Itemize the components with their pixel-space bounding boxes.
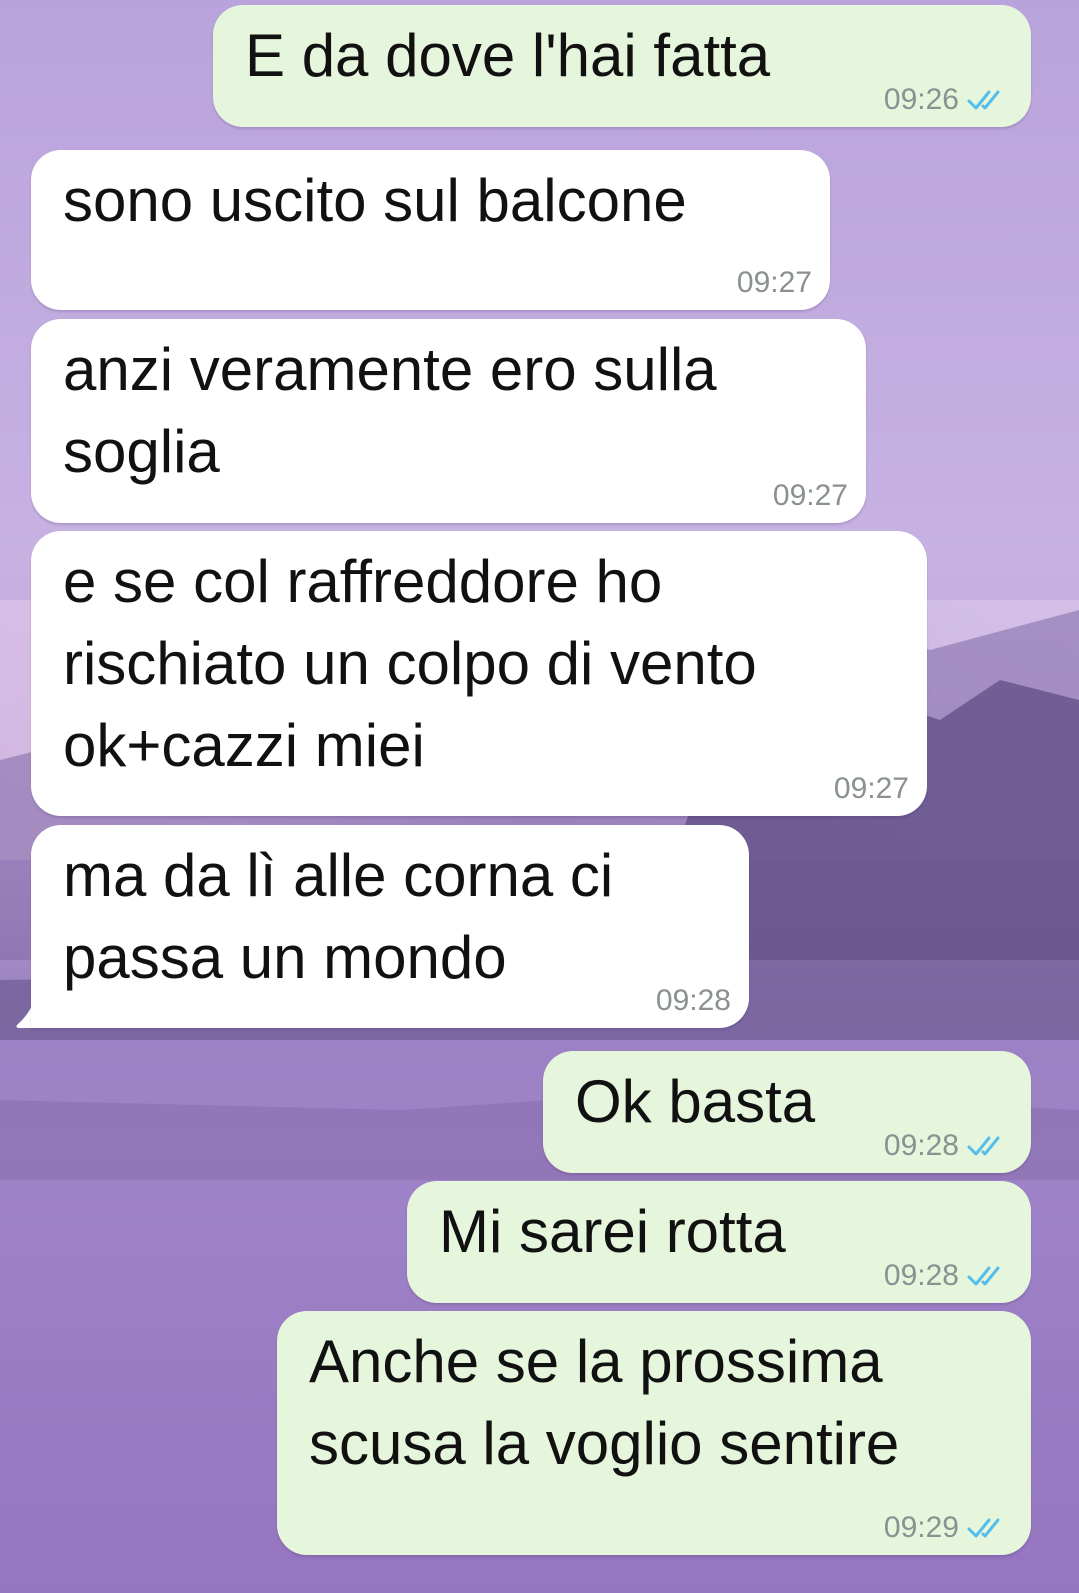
- message-meta: 09:27: [834, 772, 909, 806]
- message-text: anzi veramente ero sulla soglia: [63, 336, 717, 485]
- message-meta: 09:28: [884, 1129, 1013, 1163]
- message-text: e se col raffreddore ho rischiato un col…: [63, 548, 757, 779]
- message-time: 09:27: [833, 772, 909, 805]
- message-bubble-outgoing[interactable]: Mi sarei rotta 09:28: [407, 1181, 1031, 1303]
- message-bubble-incoming[interactable]: ma da lì alle corna ci passa un mondo 09…: [31, 825, 749, 1028]
- double-check-icon: [967, 1136, 1000, 1156]
- message-text: Anche se la prossima scusa la voglio sen…: [309, 1328, 900, 1477]
- message-text: sono uscito sul balcone: [63, 167, 687, 234]
- message-bubble-outgoing[interactable]: Ok basta 09:28: [543, 1051, 1031, 1173]
- message-meta: 09:27: [773, 479, 848, 513]
- message-time: 09:27: [736, 266, 812, 299]
- message-meta: 09:28: [656, 984, 731, 1018]
- message-time: 09:28: [655, 984, 731, 1017]
- message-time: 09:29: [883, 1511, 959, 1544]
- message-bubble-incoming[interactable]: e se col raffreddore ho rischiato un col…: [31, 531, 927, 816]
- message-text: Ok basta: [575, 1068, 816, 1135]
- message-text: Mi sarei rotta: [439, 1198, 786, 1265]
- message-time: 09:28: [883, 1129, 959, 1162]
- message-meta: 09:29: [884, 1511, 1013, 1545]
- message-text: ma da lì alle corna ci passa un mondo: [63, 842, 614, 991]
- message-bubble-incoming[interactable]: sono uscito sul balcone 09:27: [31, 150, 830, 310]
- message-bubble-outgoing[interactable]: Anche se la prossima scusa la voglio sen…: [277, 1311, 1031, 1555]
- message-meta: 09:26: [884, 83, 1013, 117]
- message-bubble-incoming[interactable]: anzi veramente ero sulla soglia 09:27: [31, 319, 866, 523]
- double-check-icon: [967, 90, 1000, 110]
- message-time: 09:26: [883, 83, 959, 116]
- double-check-icon: [967, 1266, 1000, 1286]
- message-meta: 09:28: [884, 1259, 1013, 1293]
- message-meta: 09:27: [737, 266, 812, 300]
- double-check-icon: [967, 1518, 1000, 1538]
- message-time: 09:27: [772, 479, 848, 512]
- message-text: E da dove l'hai fatta: [245, 22, 771, 89]
- message-time: 09:28: [883, 1259, 959, 1292]
- message-bubble-outgoing[interactable]: E da dove l'hai fatta 09:26: [213, 5, 1031, 127]
